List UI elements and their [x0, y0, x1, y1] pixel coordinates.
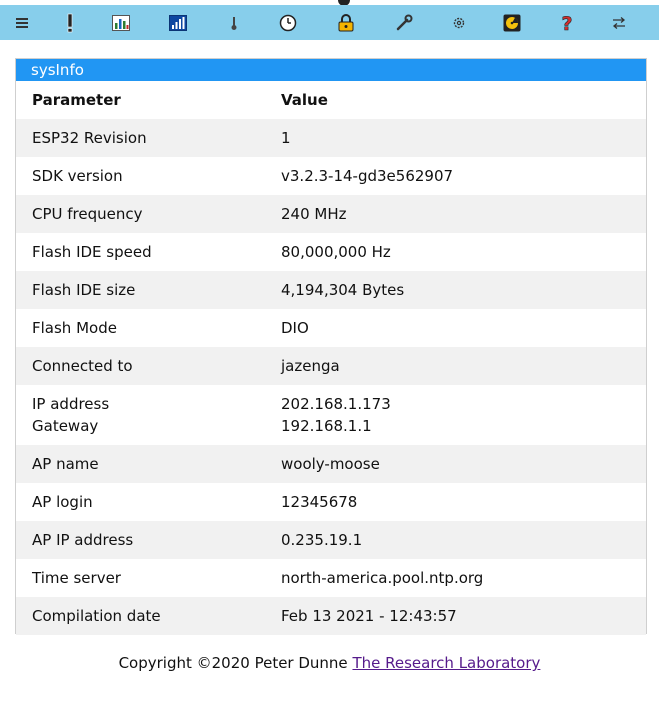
- table-row: IP address Gateway 202.168.1.173 192.168…: [16, 385, 646, 445]
- value-cell: wooly-moose: [281, 455, 380, 473]
- param-cell: Flash Mode: [32, 319, 117, 337]
- svg-text:?: ?: [561, 13, 572, 33]
- table-row: CPU frequency 240 MHz: [16, 195, 646, 233]
- value-cell: v3.2.3-14-gd3e562907: [281, 167, 454, 185]
- table-row: Flash IDE size 4,194,304 Bytes: [16, 271, 646, 309]
- param-cell: AP IP address: [32, 531, 134, 549]
- value-cell: DIO: [281, 319, 309, 337]
- value-cell: 12345678: [281, 493, 358, 511]
- value-cell: Feb 13 2021 - 12:43:57: [281, 607, 457, 625]
- param-cell: AP name: [32, 455, 99, 473]
- clock-icon[interactable]: [272, 5, 304, 40]
- table-row: Connected to jazenga: [16, 347, 646, 385]
- table-row: AP name wooly-moose: [16, 445, 646, 483]
- table-row: Flash IDE speed 80,000,000 Hz: [16, 233, 646, 271]
- value-cell: 240 MHz: [281, 205, 347, 223]
- copyright-text: Copyright ©2020 Peter Dunne: [118, 654, 348, 672]
- param-cell: AP login: [32, 493, 93, 511]
- param-cell: Flash IDE speed: [32, 243, 152, 261]
- ip-address-label: IP address: [32, 395, 110, 413]
- table-row: SDK version v3.2.3-14-gd3e562907: [16, 157, 646, 195]
- value-cell: 202.168.1.173 192.168.1.1: [265, 385, 646, 445]
- help-icon[interactable]: ?: [551, 5, 583, 40]
- param-cell: Connected to: [32, 357, 133, 375]
- table-row: Flash Mode DIO: [16, 309, 646, 347]
- gateway-label: Gateway: [32, 417, 99, 435]
- value-cell: 4,194,304 Bytes: [281, 281, 405, 299]
- value-cell: north-america.pool.ntp.org: [281, 569, 484, 587]
- param-cell: ESP32 Revision: [32, 129, 147, 147]
- table-header-row: Parameter Value: [16, 81, 646, 119]
- bar-chart-icon[interactable]: [105, 5, 137, 40]
- swap-arrows-icon[interactable]: [603, 5, 635, 40]
- table-row: AP IP address 0.235.19.1: [16, 521, 646, 559]
- alert-icon[interactable]: [54, 5, 86, 40]
- column-header-parameter: Parameter: [32, 91, 121, 109]
- value-cell: jazenga: [281, 357, 340, 375]
- sysinfo-table: Parameter Value ESP32 Revision 1 SDK ver…: [16, 81, 646, 635]
- thermometer-icon[interactable]: [218, 5, 250, 40]
- gear-icon[interactable]: [443, 5, 475, 40]
- table-row: Compilation date Feb 13 2021 - 12:43:57: [16, 597, 646, 635]
- table-row: ESP32 Revision 1: [16, 119, 646, 157]
- value-cell: 0.235.19.1: [281, 531, 363, 549]
- column-header-value: Value: [281, 91, 328, 109]
- footer: Copyright ©2020 Peter Dunne The Research…: [0, 654, 659, 672]
- gateway-value: 192.168.1.1: [281, 417, 372, 435]
- sysinfo-panel: sysInfo Parameter Value ESP32 Revision 1…: [15, 58, 647, 635]
- table-row: Time server north-america.pool.ntp.org: [16, 559, 646, 597]
- param-cell: SDK version: [32, 167, 123, 185]
- lock-icon[interactable]: [330, 5, 362, 40]
- wrench-icon[interactable]: [388, 5, 420, 40]
- menu-icon[interactable]: [6, 5, 38, 40]
- table-row: AP login 12345678: [16, 483, 646, 521]
- ip-address-value: 202.168.1.173: [281, 395, 391, 413]
- value-cell: 80,000,000 Hz: [281, 243, 391, 261]
- research-laboratory-link[interactable]: The Research Laboratory: [352, 654, 540, 672]
- param-cell: Compilation date: [32, 607, 161, 625]
- value-cell: 1: [281, 129, 291, 147]
- signal-strength-icon[interactable]: [162, 5, 194, 40]
- param-cell: IP address Gateway: [16, 385, 265, 445]
- param-cell: Time server: [32, 569, 121, 587]
- param-cell: Flash IDE size: [32, 281, 136, 299]
- panel-title: sysInfo: [16, 59, 646, 81]
- disk-icon[interactable]: [496, 5, 528, 40]
- toolbar: ?: [0, 5, 659, 40]
- param-cell: CPU frequency: [32, 205, 143, 223]
